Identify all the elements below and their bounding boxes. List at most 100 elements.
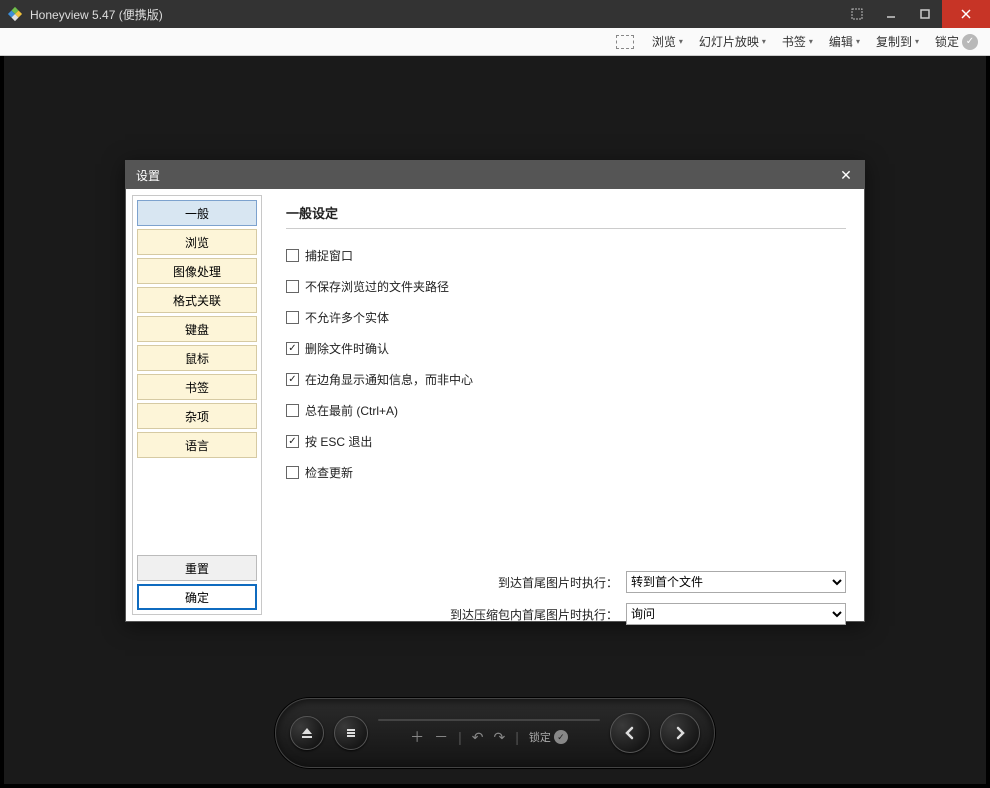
- menubar: 浏览▾ 幻灯片放映▾ 书签▾ 编辑▾ 复制到▾ 锁定✓: [0, 28, 990, 56]
- rotate-left-icon[interactable]: ↶: [472, 729, 484, 746]
- app-logo-icon: [6, 5, 24, 23]
- sidebar-label: 语言: [185, 437, 209, 454]
- menu-lines-button[interactable]: [334, 716, 368, 750]
- chevron-down-icon: ▾: [856, 37, 860, 46]
- app-title: Honeyview 5.47 (便携版): [30, 6, 840, 23]
- zoom-in-icon[interactable]: ＋: [410, 727, 424, 747]
- zoom-out-icon[interactable]: －: [434, 727, 448, 747]
- tool-icons: ＋ － | ↶ ↷ | 锁定✓: [378, 727, 600, 747]
- menu-label: 复制到: [876, 33, 912, 50]
- checkbox[interactable]: [286, 249, 299, 262]
- chevron-down-icon: ▾: [809, 37, 813, 46]
- button-label: 确定: [185, 589, 209, 606]
- lock-toggle[interactable]: 锁定✓: [529, 729, 568, 745]
- menu-label: 浏览: [652, 33, 676, 50]
- menu-label: 锁定: [935, 33, 959, 50]
- select-label: 到达压缩包内首尾图片时执行：: [450, 606, 618, 623]
- checkbox-label: 不保存浏览过的文件夹路径: [305, 278, 449, 295]
- sidebar-item-browse[interactable]: 浏览: [137, 229, 257, 255]
- sidebar-item-mouse[interactable]: 鼠标: [137, 345, 257, 371]
- eject-button[interactable]: [290, 716, 324, 750]
- ok-button[interactable]: 确定: [137, 584, 257, 610]
- seek-bar[interactable]: [378, 719, 600, 721]
- archive-end-action-select[interactable]: 询问: [626, 603, 846, 625]
- sidebar-item-lang[interactable]: 语言: [137, 432, 257, 458]
- sidebar-label: 杂项: [185, 408, 209, 425]
- settings-content: 一般设定 捕捉窗口 不保存浏览过的文件夹路径 不允许多个实体 删除文件时确认 在…: [268, 189, 864, 621]
- checkbox[interactable]: [286, 404, 299, 417]
- menu-fit-icon[interactable]: [610, 35, 642, 49]
- chevron-down-icon: ▾: [762, 37, 766, 46]
- checkbox[interactable]: [286, 435, 299, 448]
- sidebar-label: 格式关联: [173, 292, 221, 309]
- sidebar-item-image[interactable]: 图像处理: [137, 258, 257, 284]
- settings-dialog: 设置 ✕ 一般 浏览 图像处理 格式关联 键盘 鼠标 书签 杂项 语言 重置 确…: [125, 160, 865, 622]
- checkbox-label: 检查更新: [305, 464, 353, 481]
- checkbox-label: 按 ESC 退出: [305, 433, 372, 450]
- section-heading: 一般设定: [286, 203, 846, 229]
- checkbox-row[interactable]: 不保存浏览过的文件夹路径: [286, 278, 846, 295]
- sidebar-item-assoc[interactable]: 格式关联: [137, 287, 257, 313]
- settings-sidebar: 一般 浏览 图像处理 格式关联 键盘 鼠标 书签 杂项 语言 重置 确定: [132, 195, 262, 615]
- menu-copyto[interactable]: 复制到▾: [870, 33, 925, 50]
- checkbox[interactable]: [286, 466, 299, 479]
- chevron-down-icon: ▾: [915, 37, 919, 46]
- checkbox-label: 不允许多个实体: [305, 309, 389, 326]
- menu-slideshow[interactable]: 幻灯片放映▾: [693, 33, 772, 50]
- menu-bookmark[interactable]: 书签▾: [776, 33, 819, 50]
- end-action-select[interactable]: 转到首个文件: [626, 571, 846, 593]
- checkbox-row[interactable]: 在边角显示通知信息，而非中心: [286, 371, 846, 388]
- select-label: 到达首尾图片时执行：: [498, 574, 618, 591]
- menu-label: 幻灯片放映: [699, 33, 759, 50]
- menu-edit[interactable]: 编辑▾: [823, 33, 866, 50]
- player-toolbar: ＋ － | ↶ ↷ | 锁定✓: [275, 698, 715, 768]
- rotate-right-icon[interactable]: ↷: [494, 729, 506, 746]
- select-row: 到达首尾图片时执行： 转到首个文件: [286, 571, 846, 593]
- sidebar-label: 鼠标: [185, 350, 209, 367]
- checkbox-label: 在边角显示通知信息，而非中心: [305, 371, 473, 388]
- dialog-titlebar: 设置 ✕: [126, 161, 864, 189]
- fullscreen-button[interactable]: [840, 0, 874, 28]
- menu-lock[interactable]: 锁定✓: [929, 33, 984, 50]
- checkbox[interactable]: [286, 280, 299, 293]
- checkbox-row[interactable]: 捕捉窗口: [286, 247, 846, 264]
- checkbox-row[interactable]: 检查更新: [286, 464, 846, 481]
- close-button[interactable]: [942, 0, 990, 28]
- checkbox[interactable]: [286, 373, 299, 386]
- checkbox-row[interactable]: 不允许多个实体: [286, 309, 846, 326]
- checkbox-row[interactable]: 删除文件时确认: [286, 340, 846, 357]
- titlebar: Honeyview 5.47 (便携版): [0, 0, 990, 28]
- checkbox-label: 删除文件时确认: [305, 340, 389, 357]
- button-label: 重置: [185, 560, 209, 577]
- sidebar-item-bookmarks[interactable]: 书签: [137, 374, 257, 400]
- lock-check-icon: ✓: [962, 34, 978, 50]
- checkbox-label: 捕捉窗口: [305, 247, 353, 264]
- maximize-button[interactable]: [908, 0, 942, 28]
- prev-button[interactable]: [610, 713, 650, 753]
- sidebar-item-general[interactable]: 一般: [137, 200, 257, 226]
- sidebar-item-keyboard[interactable]: 键盘: [137, 316, 257, 342]
- sidebar-label: 书签: [185, 379, 209, 396]
- next-button[interactable]: [660, 713, 700, 753]
- chevron-down-icon: ▾: [679, 37, 683, 46]
- fit-rect-icon: [616, 35, 634, 49]
- sidebar-label: 一般: [185, 205, 209, 222]
- checkbox-row[interactable]: 总在最前 (Ctrl+A): [286, 402, 846, 419]
- sidebar-label: 键盘: [185, 321, 209, 338]
- checkbox[interactable]: [286, 342, 299, 355]
- lock-check-icon: ✓: [554, 730, 568, 744]
- reset-button[interactable]: 重置: [137, 555, 257, 581]
- dialog-close-button[interactable]: ✕: [828, 161, 864, 189]
- menu-label: 编辑: [829, 33, 853, 50]
- dialog-title: 设置: [136, 167, 828, 184]
- minimize-button[interactable]: [874, 0, 908, 28]
- checkbox-label: 总在最前 (Ctrl+A): [305, 402, 398, 419]
- window-controls: [840, 0, 990, 28]
- select-row: 到达压缩包内首尾图片时执行： 询问: [286, 603, 846, 625]
- menu-browse[interactable]: 浏览▾: [646, 33, 689, 50]
- sidebar-label: 浏览: [185, 234, 209, 251]
- sidebar-item-misc[interactable]: 杂项: [137, 403, 257, 429]
- menu-label: 书签: [782, 33, 806, 50]
- checkbox-row[interactable]: 按 ESC 退出: [286, 433, 846, 450]
- checkbox[interactable]: [286, 311, 299, 324]
